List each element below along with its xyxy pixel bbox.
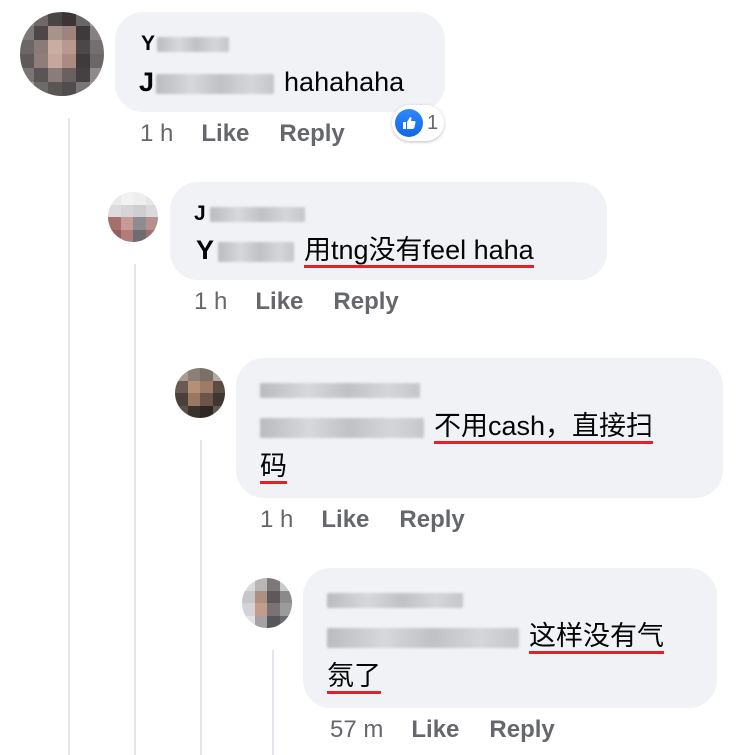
reply-button[interactable]: Reply bbox=[399, 506, 464, 533]
blurred-mention bbox=[156, 73, 275, 94]
comment-bubble: J Y 用tng没有feel haha bbox=[170, 182, 607, 280]
reaction-badge[interactable]: 1 bbox=[392, 105, 445, 141]
reply-button[interactable]: Reply bbox=[333, 288, 398, 315]
blurred-name bbox=[157, 36, 230, 52]
comment-actions: 1 h Like Reply bbox=[194, 288, 429, 316]
comment-text-line: 码 bbox=[260, 448, 287, 484]
thread-line bbox=[68, 118, 70, 755]
thread-line bbox=[272, 650, 274, 755]
like-button[interactable]: Like bbox=[201, 120, 249, 147]
like-button[interactable]: Like bbox=[255, 288, 303, 315]
reply-button[interactable]: Reply bbox=[279, 120, 344, 147]
thread-line bbox=[200, 440, 202, 755]
avatar[interactable] bbox=[242, 578, 292, 628]
comment-timestamp[interactable]: 57 m bbox=[330, 716, 383, 743]
avatar[interactable] bbox=[175, 368, 225, 418]
blurred-mention bbox=[327, 627, 519, 648]
comment-bubble: 不用cash，直接扫 码 bbox=[236, 358, 723, 498]
comment-author[interactable] bbox=[260, 378, 420, 402]
blurred-mention bbox=[218, 241, 295, 262]
like-button[interactable]: Like bbox=[321, 506, 369, 533]
comment-author[interactable]: J bbox=[194, 202, 305, 226]
blurred-name bbox=[327, 592, 463, 608]
blurred-name bbox=[260, 382, 420, 398]
comment-bubble: 这样没有气 氛了 bbox=[303, 568, 717, 708]
comment-text-line: 氛了 bbox=[327, 658, 381, 694]
comment-actions: 57 m Like Reply bbox=[330, 716, 585, 744]
comment-text: 这样没有气 bbox=[327, 618, 664, 654]
comment-author[interactable]: Y bbox=[141, 32, 230, 56]
comment-timestamp[interactable]: 1 h bbox=[194, 288, 227, 315]
like-button[interactable]: Like bbox=[411, 716, 459, 743]
comment-text: 不用cash，直接扫 bbox=[260, 408, 654, 444]
comment-text: Jhahahaha bbox=[139, 67, 405, 97]
thumbs-up-icon bbox=[395, 109, 423, 137]
comment-author[interactable] bbox=[327, 588, 463, 612]
reply-button[interactable]: Reply bbox=[489, 716, 554, 743]
reaction-count: 1 bbox=[427, 111, 439, 134]
avatar[interactable] bbox=[108, 192, 158, 242]
comment-timestamp[interactable]: 1 h bbox=[260, 506, 293, 533]
comment-actions: 1 h Like Reply bbox=[140, 120, 375, 148]
comment-text: Y 用tng没有feel haha bbox=[196, 232, 534, 268]
blurred-mention bbox=[260, 417, 424, 438]
comment-actions: 1 h Like Reply bbox=[260, 506, 495, 534]
thread-line bbox=[134, 264, 136, 755]
comment-timestamp[interactable]: 1 h bbox=[140, 120, 173, 147]
comment-bubble: Y Jhahahaha bbox=[115, 12, 445, 112]
avatar[interactable] bbox=[20, 12, 104, 96]
blurred-name bbox=[209, 206, 305, 222]
